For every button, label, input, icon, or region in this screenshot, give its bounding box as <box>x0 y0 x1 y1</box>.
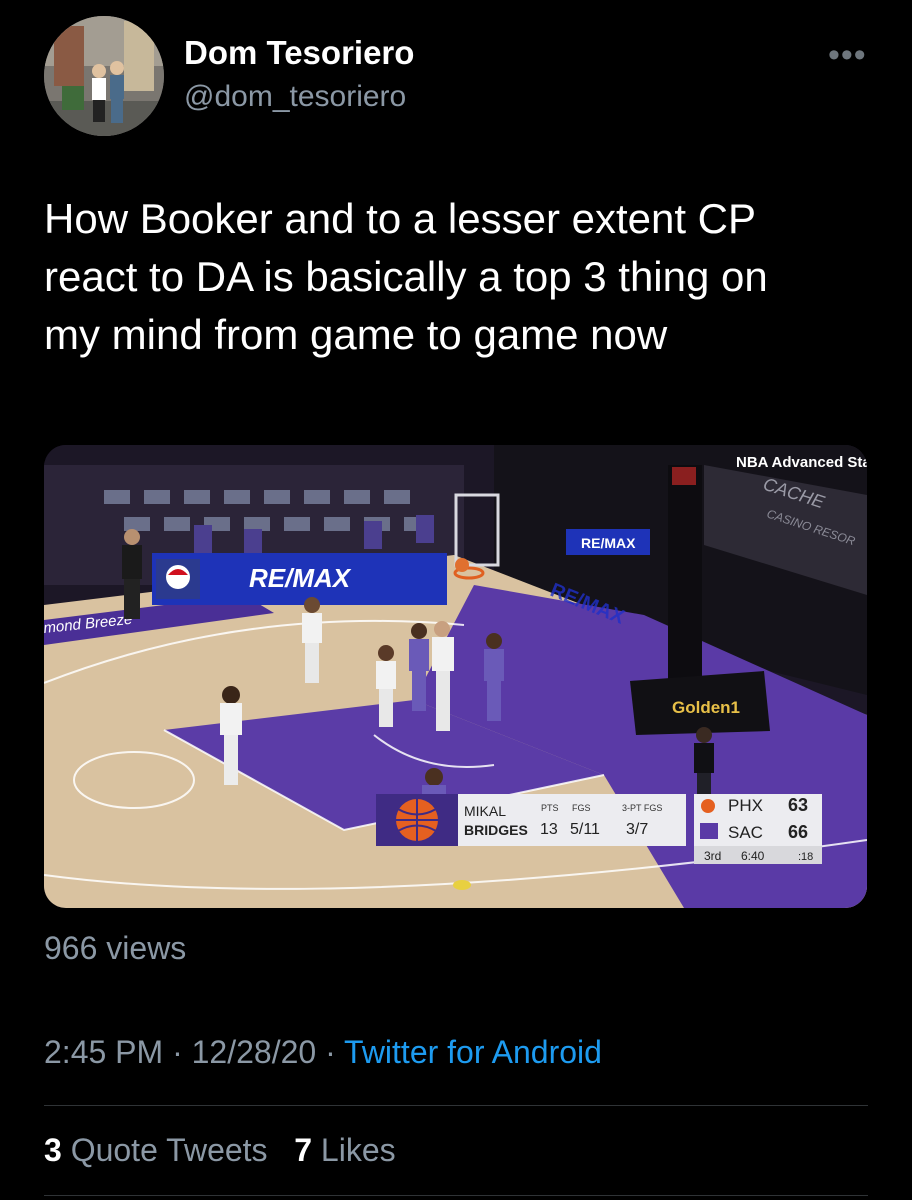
stat-value-pts: 13 <box>540 821 558 838</box>
tweet-media-video[interactable]: RE/MAX RE/MAX RE/MAX mond Breeze Golden1… <box>44 445 867 908</box>
stat-header-fgs: FGS <box>572 803 591 813</box>
quote-tweets-link[interactable]: 3 Quote Tweets <box>44 1132 268 1168</box>
tweet-timestamp: 2:45 PM · 12/28/20 · Twitter for Android <box>44 1034 602 1071</box>
tweet-date[interactable]: 12/28/20 <box>192 1034 317 1070</box>
team2-abbr: SAC <box>728 823 763 842</box>
team2-score: 66 <box>788 822 808 842</box>
stat-value-fgs: 5/11 <box>570 821 600 838</box>
stat-header-3pt: 3-PT FGS <box>622 803 662 813</box>
engagement-stats: 3 Quote Tweets 7 Likes <box>44 1132 396 1169</box>
team1-abbr: PHX <box>728 796 763 815</box>
video-frame: RE/MAX RE/MAX RE/MAX mond Breeze Golden1… <box>44 445 867 908</box>
tweet-time[interactable]: 2:45 PM <box>44 1034 163 1070</box>
divider <box>44 1195 868 1196</box>
meta-separator: · <box>316 1034 345 1070</box>
display-name[interactable]: Dom Tesoriero <box>184 34 414 72</box>
user-handle[interactable]: @dom_tesoriero <box>184 80 406 114</box>
view-count: 966 views <box>44 930 187 966</box>
remax-small-text: RE/MAX <box>581 535 636 551</box>
stat-value-3pt: 3/7 <box>626 821 648 838</box>
meta-separator: · <box>163 1034 192 1070</box>
tweet-source-link[interactable]: Twitter for Android <box>344 1034 602 1070</box>
divider <box>44 1105 868 1106</box>
remax-banner-text: RE/MAX <box>249 563 352 593</box>
quote-label: Quote Tweets <box>70 1132 268 1168</box>
nba-advanced-stats-watermark: NBA Advanced Stats <box>736 454 867 471</box>
golden1-sign-text: Golden1 <box>672 698 740 717</box>
avatar-photo <box>44 16 164 136</box>
like-label: Likes <box>320 1132 396 1168</box>
more-horizontal-icon[interactable]: ••• <box>828 36 867 75</box>
game-clock: 6:40 <box>741 849 765 863</box>
likes-link[interactable]: 7 Likes <box>294 1132 395 1168</box>
tweet-text: How Booker and to a lesser extent CP rea… <box>44 195 768 358</box>
stat-header-pts: PTS <box>541 803 559 813</box>
avatar[interactable] <box>44 16 164 136</box>
like-count: 7 <box>294 1132 313 1168</box>
game-period: 3rd <box>704 849 721 863</box>
quote-count: 3 <box>44 1132 62 1168</box>
shot-clock: :18 <box>798 851 813 863</box>
team1-score: 63 <box>788 795 808 815</box>
player-first-name: MIKAL <box>464 803 506 819</box>
player-last-name: BRIDGES <box>464 822 528 838</box>
